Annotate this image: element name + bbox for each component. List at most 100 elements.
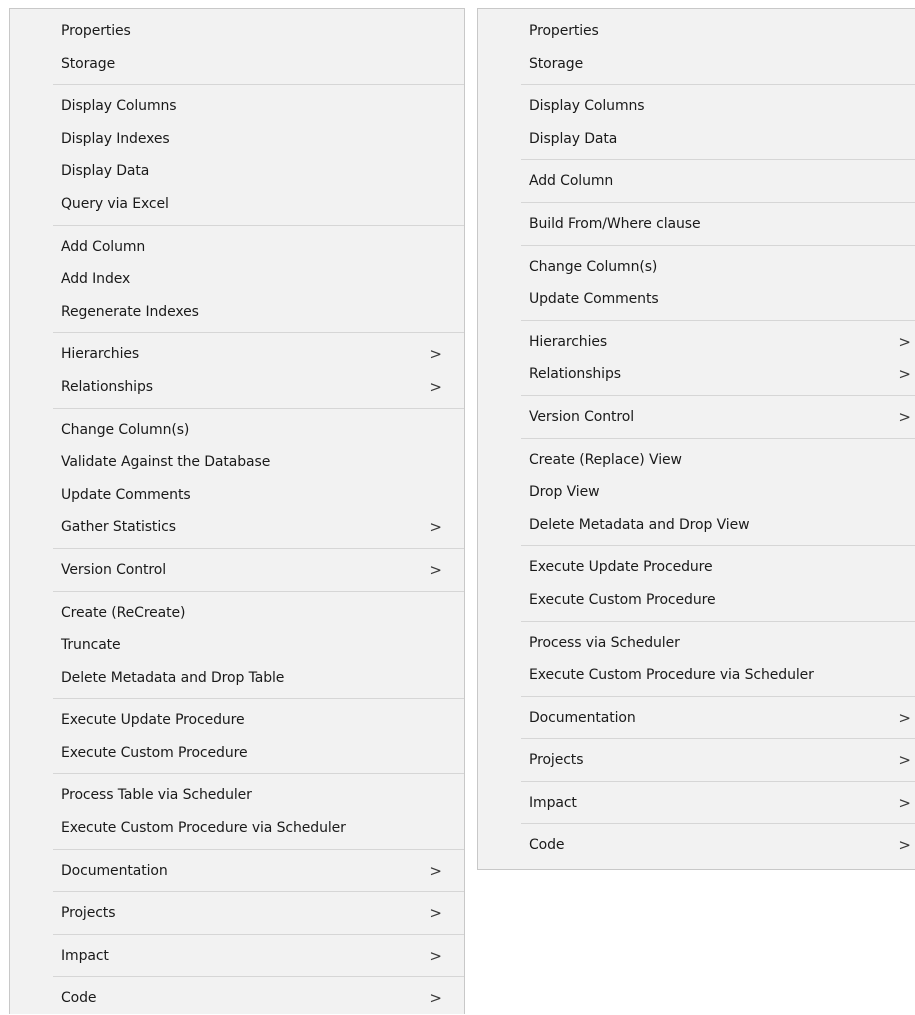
menu-item-label: Hierarchies	[529, 333, 608, 350]
submenu-chevron-icon: >	[429, 946, 442, 965]
menu-item-add-column[interactable]: Add Column	[478, 165, 915, 198]
menu-item-label: Execute Custom Procedure via Scheduler	[529, 667, 814, 684]
menu-item-execute-custom-procedure-via-scheduler[interactable]: Execute Custom Procedure via Scheduler	[478, 659, 915, 692]
menu-item-display-data[interactable]: Display Data	[10, 155, 464, 188]
menu-item-label: Delete Metadata and Drop Table	[61, 669, 285, 686]
menu-item-projects[interactable]: Projects >	[478, 744, 915, 777]
menu-item-label: Properties	[529, 23, 599, 39]
menu-separator	[53, 332, 464, 334]
menu-item-execute-custom-procedure[interactable]: Execute Custom Procedure	[10, 737, 464, 770]
view-context-menu: Properties Storage Display Columns Display …	[477, 8, 915, 870]
menu-item-truncate[interactable]: Truncate	[10, 629, 464, 662]
menu-separator	[53, 407, 464, 409]
menu-item-process-via-scheduler[interactable]: Process via Scheduler	[478, 627, 915, 660]
menu-item-execute-update-procedure[interactable]: Execute Update Procedure	[10, 704, 464, 737]
menu-item-impact[interactable]: Impact >	[10, 940, 464, 973]
menu-item-execute-custom-procedure[interactable]: Execute Custom Procedure	[478, 584, 915, 617]
menu-item-change-column-s[interactable]: Change Column(s)	[478, 251, 915, 284]
menu-item-label: Properties	[61, 23, 131, 39]
table-context-menu: Properties Storage Display Columns Display …	[9, 8, 465, 1014]
menu-item-delete-metadata-and-drop-view[interactable]: Delete Metadata and Drop View	[478, 509, 915, 542]
menu-items-container: Properties Storage Display Columns Display …	[478, 9, 915, 862]
menu-separator	[521, 823, 915, 825]
menu-item-properties[interactable]: Properties	[478, 15, 915, 48]
menu-item-label: Display Data	[61, 163, 150, 180]
menu-separator	[53, 547, 464, 549]
menu-item-drop-view[interactable]: Drop View	[478, 476, 915, 509]
menu-item-label: Code	[61, 990, 97, 1007]
menu-item-version-control[interactable]: Version Control >	[10, 554, 464, 587]
menu-item-label: Storage	[529, 55, 584, 72]
menu-item-regenerate-indexes[interactable]: Regenerate Indexes	[10, 296, 464, 329]
submenu-chevron-icon: >	[429, 560, 442, 579]
menu-item-label: Relationships	[61, 378, 153, 395]
menu-item-process-table-via-scheduler[interactable]: Process Table via Scheduler	[10, 779, 464, 812]
menu-item-label: Display Columns	[529, 98, 645, 115]
menu-item-code[interactable]: Code >	[10, 982, 464, 1015]
menu-item-label: Relationships	[529, 366, 621, 383]
menu-separator	[53, 224, 464, 226]
menu-item-storage[interactable]: Storage	[10, 48, 464, 81]
menu-item-label: Create (ReCreate)	[61, 604, 186, 621]
menu-item-label: Execute Update Procedure	[61, 712, 245, 729]
menu-item-update-comments[interactable]: Update Comments	[478, 283, 915, 316]
menu-item-change-column-s[interactable]: Change Column(s)	[10, 414, 464, 447]
menu-item-validate-against-the-database[interactable]: Validate Against the Database	[10, 446, 464, 479]
menu-item-label: Add Column	[61, 238, 146, 255]
menu-separator	[53, 590, 464, 592]
menu-item-label: Process via Scheduler	[529, 634, 680, 651]
menu-item-label: Display Indexes	[61, 130, 170, 147]
menu-items-container: Properties Storage Display Columns Display …	[10, 9, 464, 1015]
menu-item-create-recreate[interactable]: Create (ReCreate)	[10, 597, 464, 630]
menu-item-label: Process Table via Scheduler	[61, 787, 252, 804]
menu-item-display-indexes[interactable]: Display Indexes	[10, 123, 464, 156]
menu-item-execute-update-procedure[interactable]: Execute Update Procedure	[478, 551, 915, 584]
menu-item-code[interactable]: Code >	[478, 829, 915, 862]
menu-item-add-column[interactable]: Add Column	[10, 231, 464, 264]
menu-separator	[521, 620, 915, 622]
menu-item-add-index[interactable]: Add Index	[10, 263, 464, 296]
menu-item-hierarchies[interactable]: Hierarchies >	[10, 338, 464, 371]
menu-separator	[521, 201, 915, 203]
menu-item-create-replace-view[interactable]: Create (Replace) View	[478, 444, 915, 477]
menu-item-documentation[interactable]: Documentation >	[478, 702, 915, 735]
menu-separator	[521, 394, 915, 396]
menu-item-display-data[interactable]: Display Data	[478, 123, 915, 156]
menu-item-label: Truncate	[61, 637, 121, 654]
menu-separator	[521, 84, 915, 86]
menu-item-label: Add Column	[529, 173, 614, 190]
menu-item-label: Execute Custom Procedure	[61, 744, 248, 761]
menu-item-storage[interactable]: Storage	[478, 48, 915, 81]
menu-separator	[53, 891, 464, 893]
menu-item-display-columns[interactable]: Display Columns	[478, 90, 915, 123]
menu-separator	[53, 933, 464, 935]
menu-separator	[521, 244, 915, 246]
menu-item-label: Change Column(s)	[529, 258, 658, 275]
menu-item-relationships[interactable]: Relationships >	[478, 358, 915, 391]
menu-separator	[53, 976, 464, 978]
menu-item-label: Execute Custom Procedure	[529, 591, 716, 608]
menu-item-label: Documentation	[61, 862, 168, 879]
menu-item-query-via-excel[interactable]: Query via Excel	[10, 188, 464, 221]
menu-item-version-control[interactable]: Version Control >	[478, 401, 915, 434]
menu-item-impact[interactable]: Impact >	[478, 787, 915, 820]
menu-item-documentation[interactable]: Documentation >	[10, 855, 464, 888]
menu-item-delete-metadata-and-drop-table[interactable]: Delete Metadata and Drop Table	[10, 662, 464, 695]
menu-item-label: Impact	[529, 794, 577, 811]
menu-item-build-from-where-clause[interactable]: Build From/Where clause	[478, 208, 915, 241]
menu-item-properties[interactable]: Properties	[10, 15, 464, 48]
menu-separator	[521, 545, 915, 547]
menu-item-label: Impact	[61, 947, 109, 964]
menu-item-label: Create (Replace) View	[529, 451, 682, 468]
menu-item-label: Execute Custom Procedure via Scheduler	[61, 820, 346, 837]
menu-item-label: Code	[529, 837, 565, 854]
menu-item-hierarchies[interactable]: Hierarchies >	[478, 326, 915, 359]
menu-item-update-comments[interactable]: Update Comments	[10, 479, 464, 512]
menu-separator	[521, 738, 915, 740]
submenu-chevron-icon: >	[429, 377, 442, 396]
menu-item-projects[interactable]: Projects >	[10, 897, 464, 930]
menu-item-gather-statistics[interactable]: Gather Statistics >	[10, 511, 464, 544]
menu-item-display-columns[interactable]: Display Columns	[10, 90, 464, 123]
menu-item-relationships[interactable]: Relationships >	[10, 371, 464, 404]
menu-item-execute-custom-procedure-via-scheduler[interactable]: Execute Custom Procedure via Scheduler	[10, 812, 464, 845]
